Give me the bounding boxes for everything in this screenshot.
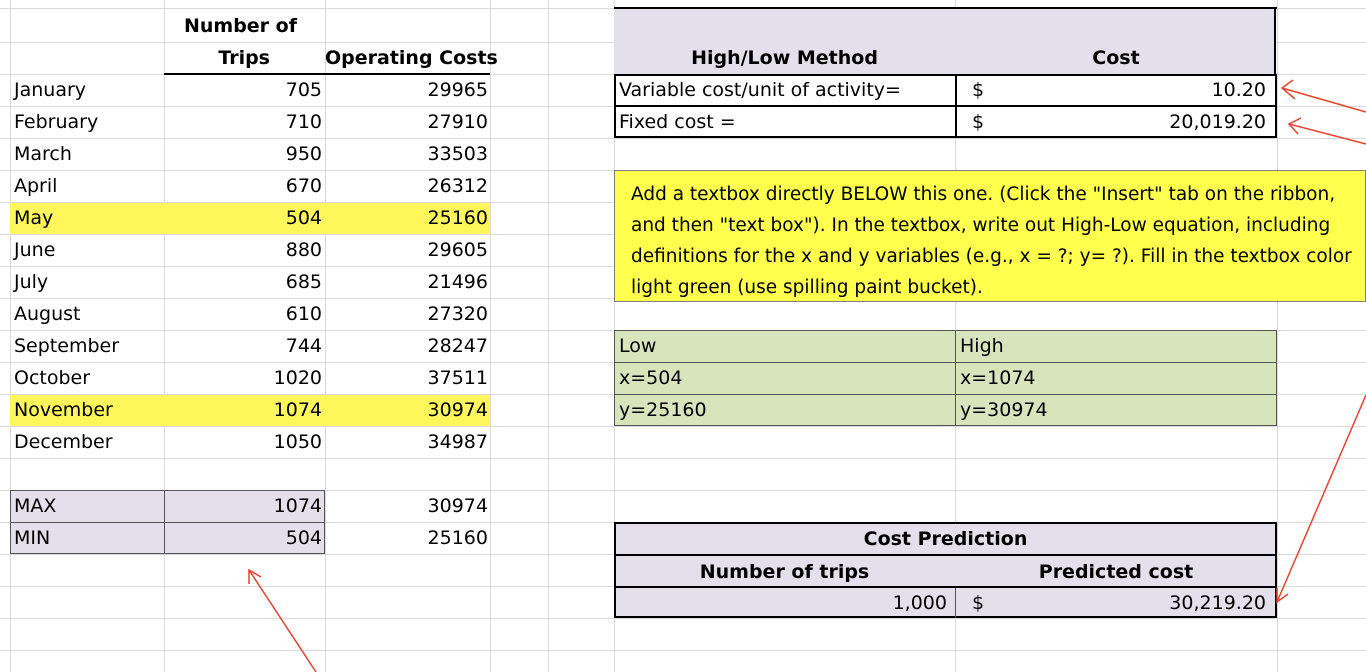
low-x[interactable]: x=504: [619, 362, 949, 394]
prediction-trips-value[interactable]: 1,000: [614, 587, 947, 619]
trips-cell[interactable]: 670: [164, 170, 322, 202]
month-cell[interactable]: September: [14, 330, 162, 362]
cost-cell[interactable]: 29605: [325, 234, 488, 266]
prediction-title: Cost Prediction: [863, 528, 1028, 550]
trips-cell[interactable]: 710: [164, 106, 322, 138]
instruction-textbox[interactable]: Add a textbox directly BELOW this one. (…: [614, 170, 1366, 302]
trips-cell[interactable]: 610: [164, 298, 322, 330]
high-low-title: High/Low Method: [691, 47, 878, 69]
cost-cell[interactable]: 33503: [325, 138, 488, 170]
month-cell[interactable]: November: [14, 394, 162, 426]
month-cell[interactable]: July: [14, 266, 162, 298]
prediction-cost-value[interactable]: 30,219.20: [990, 587, 1266, 619]
month-cell[interactable]: April: [14, 170, 162, 202]
high-low-cost-header: Cost: [1092, 47, 1140, 69]
cost-cell[interactable]: 27320: [325, 298, 488, 330]
cost-cell[interactable]: 30974: [325, 394, 488, 426]
trips-cell[interactable]: 504: [164, 202, 322, 234]
month-cell[interactable]: May: [14, 202, 162, 234]
high-x[interactable]: x=1074: [960, 362, 1270, 394]
cost-cell[interactable]: 21496: [325, 266, 488, 298]
high-low-col-divider: [955, 74, 957, 138]
month-cell[interactable]: March: [14, 138, 162, 170]
fixed-cost-label[interactable]: Fixed cost =: [619, 106, 953, 138]
low-y[interactable]: y=25160: [619, 394, 949, 426]
high-y[interactable]: y=30974: [960, 394, 1270, 426]
header-operating-costs: Operating Costs: [325, 47, 498, 69]
variable-cost-currency: $: [972, 79, 985, 101]
fixed-cost-currency: $: [972, 111, 985, 133]
cost-cell[interactable]: 34987: [325, 426, 488, 458]
max-cost[interactable]: 30974: [325, 490, 488, 522]
max-label[interactable]: MAX: [14, 490, 162, 522]
fixed-cost-value[interactable]: 20,019.20: [990, 106, 1266, 138]
trips-cell[interactable]: 1020: [164, 362, 322, 394]
min-trips[interactable]: 504: [164, 522, 322, 554]
prediction-currency: $: [972, 592, 985, 614]
cost-cell[interactable]: 27910: [325, 106, 488, 138]
trips-cell[interactable]: 705: [164, 74, 322, 106]
month-cell[interactable]: February: [14, 106, 162, 138]
month-cell[interactable]: August: [14, 298, 162, 330]
cost-cell[interactable]: 26312: [325, 170, 488, 202]
header-number-of-trips-line1: Number of: [183, 15, 297, 37]
low-high-divider-v: [955, 330, 956, 426]
prediction-cost-header: Predicted cost: [1038, 561, 1194, 583]
max-trips[interactable]: 1074: [164, 490, 322, 522]
trips-cell[interactable]: 744: [164, 330, 322, 362]
cost-cell[interactable]: 28247: [325, 330, 488, 362]
min-label[interactable]: MIN: [14, 522, 162, 554]
trips-cell[interactable]: 1050: [164, 426, 322, 458]
variable-cost-label[interactable]: Variable cost/unit of activity=: [619, 74, 953, 106]
cost-cell[interactable]: 37511: [325, 362, 488, 394]
high-header[interactable]: High: [960, 330, 1270, 362]
cost-cell[interactable]: 29965: [325, 74, 488, 106]
month-cell[interactable]: January: [14, 74, 162, 106]
cost-cell[interactable]: 25160: [325, 202, 488, 234]
low-header[interactable]: Low: [619, 330, 949, 362]
month-cell[interactable]: December: [14, 426, 162, 458]
prediction-divider-v: [955, 588, 956, 618]
trips-cell[interactable]: 950: [164, 138, 322, 170]
month-cell[interactable]: October: [14, 362, 162, 394]
prediction-trips-header: Number of trips: [699, 561, 870, 583]
trips-cell[interactable]: 880: [164, 234, 322, 266]
header-number-of-trips-line2: Trips: [218, 47, 270, 69]
variable-cost-value[interactable]: 10.20: [990, 74, 1266, 106]
trips-cell[interactable]: 1074: [164, 394, 322, 426]
high-low-top-border: [614, 7, 1277, 9]
min-cost[interactable]: 25160: [325, 522, 488, 554]
trips-cell[interactable]: 685: [164, 266, 322, 298]
month-cell[interactable]: June: [14, 234, 162, 266]
